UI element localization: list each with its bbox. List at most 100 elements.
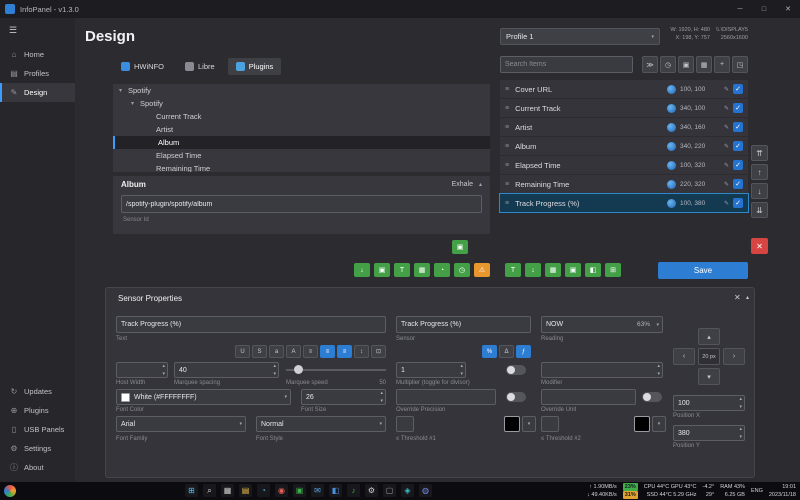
item-visible-checkbox[interactable]: ✓: [733, 122, 743, 132]
threshold1-color-dropdown[interactable]: ▾: [522, 416, 536, 432]
drag-handle-icon[interactable]: ≡: [505, 105, 509, 112]
format-button[interactable]: ≡: [303, 345, 318, 358]
add-item-button[interactable]: T: [505, 263, 521, 277]
drag-handle-icon[interactable]: ≡: [505, 143, 509, 150]
threshold1-color-swatch[interactable]: [504, 416, 520, 432]
delete-button[interactable]: ✕: [751, 238, 768, 254]
override-unit-input[interactable]: [541, 389, 636, 405]
toolbar-button[interactable]: ▣: [678, 56, 694, 73]
toolbar-button[interactable]: +: [714, 56, 730, 73]
stepper-up-icon[interactable]: ▴: [380, 389, 383, 397]
reading-select[interactable]: NOW 63% ▾: [541, 316, 663, 333]
stepper-down-icon[interactable]: ▾: [162, 370, 165, 378]
add-item-button[interactable]: ◷: [454, 263, 470, 277]
stepper-up-icon[interactable]: ▴: [739, 425, 742, 433]
tray-item[interactable]: -4.2° 29°: [703, 483, 715, 499]
canvas-item-row[interactable]: ≡ Current Track 340, 100 ✎ ✓: [500, 99, 748, 117]
search-input[interactable]: [500, 56, 633, 73]
add-item-button[interactable]: T: [394, 263, 410, 277]
taskbar-app-icon[interactable]: ✉: [311, 484, 324, 497]
sidebar-item[interactable]: ⚙ Settings: [0, 439, 75, 458]
canvas-item-row[interactable]: ≡ Elapsed Time 100, 320 ✎ ✓: [500, 156, 748, 174]
tree-node[interactable]: Album: [113, 136, 490, 149]
item-visible-checkbox[interactable]: ✓: [733, 179, 743, 189]
position-x-stepper[interactable]: 100 ▴ ▾: [673, 395, 745, 411]
drag-handle-icon[interactable]: ≡: [505, 200, 509, 207]
format-button[interactable]: a: [269, 345, 284, 358]
reorder-button[interactable]: ⇈: [751, 145, 768, 161]
nudge-right-button[interactable]: ›: [723, 348, 745, 365]
format-button[interactable]: A: [286, 345, 301, 358]
marquee-speed-slider[interactable]: [286, 362, 386, 378]
sidebar-item[interactable]: ↻ Updates: [0, 382, 75, 401]
item-visible-checkbox[interactable]: ✓: [733, 160, 743, 170]
edit-icon[interactable]: ✎: [724, 162, 729, 169]
taskbar-app-icon[interactable]: ⊞: [185, 484, 198, 497]
edit-icon[interactable]: ✎: [724, 105, 729, 112]
sensor-id-input[interactable]: [121, 195, 482, 213]
stepper-down-icon[interactable]: ▾: [380, 397, 383, 405]
divisor-toggle[interactable]: [506, 365, 526, 375]
item-visible-checkbox[interactable]: ✓: [733, 198, 743, 208]
taskbar-app-icon[interactable]: ⚙: [365, 484, 378, 497]
override-precision-input[interactable]: [396, 389, 496, 405]
close-button[interactable]: ✕: [776, 0, 800, 18]
sensor-mode-button[interactable]: ƒ: [516, 345, 531, 358]
format-button[interactable]: ⊡: [371, 345, 386, 358]
add-item-button[interactable]: ◧: [585, 263, 601, 277]
stepper-up-icon[interactable]: ▴: [739, 395, 742, 403]
taskbar-app-icon[interactable]: ▤: [239, 484, 252, 497]
nudge-left-button[interactable]: ‹: [673, 348, 695, 365]
slider-handle[interactable]: [294, 365, 303, 374]
taskbar-app-icon[interactable]: ◉: [275, 484, 288, 497]
profile-select[interactable]: Profile 1 ▾: [500, 28, 660, 45]
host-width-stepper[interactable]: ▴ ▾: [116, 362, 168, 378]
threshold2-value-box[interactable]: [541, 416, 559, 432]
add-item-button[interactable]: ◔: [434, 263, 450, 277]
stepper-up-icon[interactable]: ▴: [273, 362, 276, 370]
taskbar-app-icon[interactable]: ◍: [419, 484, 432, 497]
stepper-down-icon[interactable]: ▾: [273, 370, 276, 378]
edit-icon[interactable]: ✎: [724, 200, 729, 207]
threshold2-color-swatch[interactable]: [634, 416, 650, 432]
close-panel-icon[interactable]: ✕: [734, 293, 741, 302]
add-item-button[interactable]: ▦: [545, 263, 561, 277]
item-visible-checkbox[interactable]: ✓: [733, 84, 743, 94]
font-color-select[interactable]: White (#FFFFFFFF) ▾: [116, 389, 291, 405]
tray-item[interactable]: ↑ 1.90MB/s ↓ 49.40KB/s: [587, 483, 617, 499]
canvas-item-row[interactable]: ≡ Remaining Time 220, 320 ✎ ✓: [500, 175, 748, 193]
tray-item[interactable]: 19:01 2023/11/18: [769, 483, 796, 499]
tray-item[interactable]: ENG: [751, 487, 763, 495]
taskbar-app-icon[interactable]: ⌕: [203, 484, 216, 497]
drag-handle-icon[interactable]: ≡: [505, 181, 509, 188]
expand-icon[interactable]: ▾: [131, 100, 140, 107]
stepper-down-icon[interactable]: ▾: [657, 370, 660, 378]
add-item-button[interactable]: ⚠: [474, 263, 490, 277]
nudge-down-button[interactable]: ▾: [698, 368, 720, 385]
weather-widget-icon[interactable]: [4, 485, 16, 497]
font-style-select[interactable]: Normal ▾: [256, 416, 386, 432]
modifier-stepper[interactable]: ▴ ▾: [541, 362, 663, 378]
reorder-button[interactable]: ⇊: [751, 202, 768, 218]
marquee-spacing-stepper[interactable]: 40 ▴ ▾: [174, 362, 279, 378]
threshold1-value-box[interactable]: [396, 416, 414, 432]
stepper-up-icon[interactable]: ▴: [657, 362, 660, 370]
sensor-mode-button[interactable]: %: [482, 345, 497, 358]
format-button[interactable]: ≡: [320, 345, 335, 358]
sidebar-item[interactable]: ⊕ Plugins: [0, 401, 75, 420]
add-item-button[interactable]: ⊞: [605, 263, 621, 277]
position-y-stepper[interactable]: 380 ▴ ▾: [673, 425, 745, 441]
add-item-button[interactable]: ▣: [565, 263, 581, 277]
source-tab[interactable]: HWiNFO: [113, 58, 172, 75]
menu-toggle-button[interactable]: ☰: [0, 18, 75, 45]
font-family-select[interactable]: Arial ▾: [116, 416, 246, 432]
add-item-button[interactable]: ↓: [525, 263, 541, 277]
stepper-down-icon[interactable]: ▾: [739, 433, 742, 441]
reorder-button[interactable]: ↑: [751, 164, 768, 180]
sensor-mode-button[interactable]: Δ: [499, 345, 514, 358]
add-item-button[interactable]: ▦: [414, 263, 430, 277]
tree-node[interactable]: Remaining Time: [113, 162, 490, 172]
canvas-item-row[interactable]: ≡ Artist 340, 160 ✎ ✓: [500, 118, 748, 136]
format-button[interactable]: S: [252, 345, 267, 358]
toolbar-button[interactable]: ◷: [660, 56, 676, 73]
